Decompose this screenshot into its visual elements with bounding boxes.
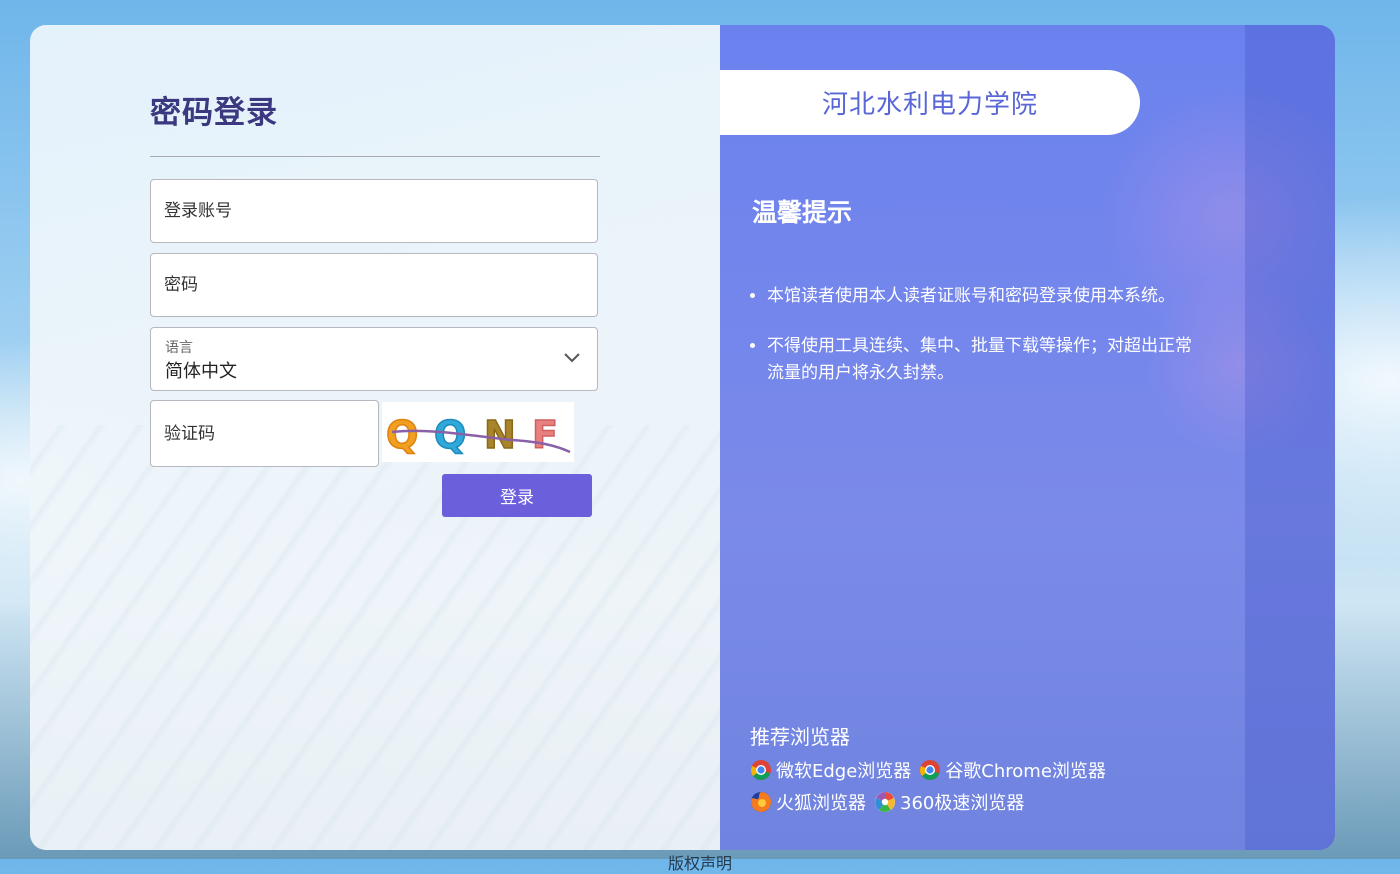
chrome-icon [920,760,941,780]
browser-link-360[interactable]: 360极速浏览器 [874,789,1024,815]
account-field[interactable] [150,179,598,243]
captcha-char: F [532,413,558,457]
password-field[interactable] [150,253,598,317]
browser-link-chrome[interactable]: 谷歌Chrome浏览器 [919,757,1106,783]
school-name: 河北水利电力学院 [720,70,1140,135]
chrome-icon [751,760,771,780]
captcha-char: Q [386,413,418,457]
info-panel: 河北水利电力学院 温馨提示 本馆读者使用本人读者证账号和密码登录使用本系统。 不… [720,25,1335,850]
browser-row: 微软Edge浏览器 谷歌Chrome浏览器 [750,757,1114,783]
login-card: 密码登录 语言 简体中文 Q Q N F [30,25,1335,850]
password-input[interactable] [151,254,597,316]
copyright-link[interactable]: 版权声明 [668,850,732,874]
browser-name: 火狐浏览器 [776,793,866,814]
tip-item: 不得使用工具连续、集中、批量下载等操作；对超出正常流量的用户将永久封禁。 [767,333,1207,387]
language-value: 简体中文 [165,361,237,382]
login-button[interactable]: 登录 [442,474,592,517]
login-panel: 密码登录 语言 简体中文 Q Q N F [30,25,720,850]
language-label: 语言 [165,340,193,356]
title-divider [150,156,600,157]
account-input[interactable] [151,180,597,242]
browser-name: 微软Edge浏览器 [776,761,912,782]
decorative-strip [1245,25,1335,850]
tip-item: 本馆读者使用本人读者证账号和密码登录使用本系统。 [767,283,1207,310]
browsers-title: 推荐浏览器 [750,725,850,749]
tips-title: 温馨提示 [752,198,853,227]
browser-link-edge[interactable]: 微软Edge浏览器 [750,757,911,783]
browser-name: 谷歌Chrome浏览器 [945,761,1106,782]
tips-list: 本馆读者使用本人读者证账号和密码登录使用本系统。 不得使用工具连续、集中、批量下… [750,283,1207,410]
firefox-icon [751,791,772,812]
captcha-input[interactable] [151,401,378,466]
360-browser-icon [875,792,895,812]
captcha-char: N [484,413,516,457]
captcha-field[interactable] [150,400,379,467]
browser-link-firefox[interactable]: 火狐浏览器 [750,789,866,815]
chevron-down-icon [564,353,580,363]
login-title: 密码登录 [150,95,278,131]
browser-row: 火狐浏览器 360极速浏览器 [750,789,1032,815]
background-streaks [30,425,720,850]
browser-name: 360极速浏览器 [900,793,1025,814]
captcha-image[interactable]: Q Q N F [382,402,574,462]
language-select[interactable]: 语言 简体中文 [150,327,598,391]
